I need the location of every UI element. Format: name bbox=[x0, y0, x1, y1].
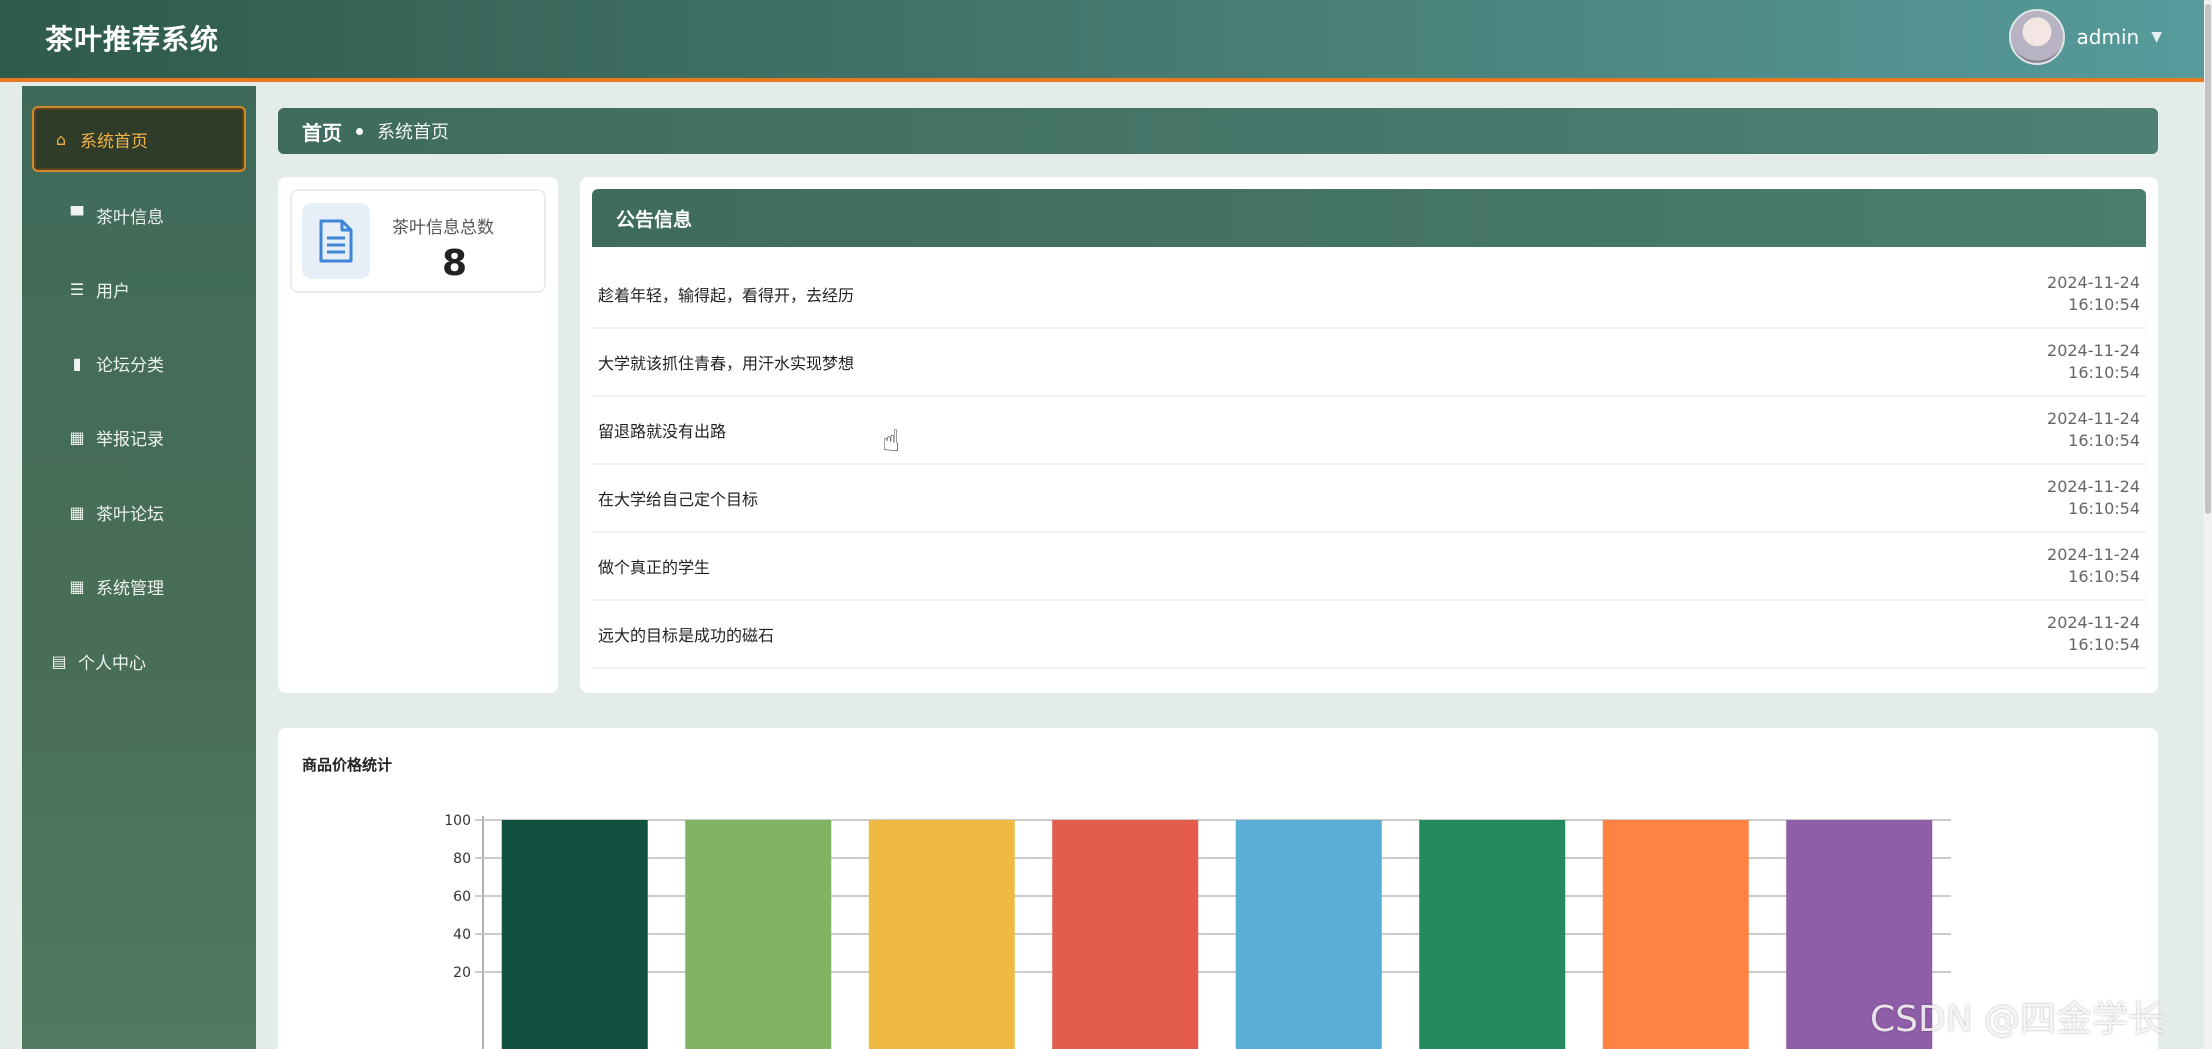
chart-bar[interactable] bbox=[685, 820, 832, 1049]
notice-title[interactable]: 做个真正的学生 bbox=[598, 554, 710, 578]
notice-time: 16:10:54 bbox=[2068, 567, 2140, 586]
stat-value: 8 bbox=[442, 243, 468, 284]
sidebar-item-label: 举报记录 bbox=[96, 429, 164, 450]
notice-time: 16:10:54 bbox=[2068, 635, 2140, 654]
notice-date: 2024-11-24 bbox=[2047, 477, 2140, 496]
breadcrumb-home[interactable]: 首页 bbox=[302, 117, 342, 146]
notice-item[interactable]: 做个真正的学生 2024-11-24 16:10:54 bbox=[592, 533, 2146, 601]
scrollbar-thumb[interactable] bbox=[2205, 4, 2211, 514]
notice-title[interactable]: 趁着年轻，输得起，看得开，去经历 bbox=[598, 282, 854, 306]
notice-timestamp: 2024-11-24 16:10:54 bbox=[2047, 612, 2140, 656]
top-bar: 茶叶推荐系统 admin ▼ bbox=[0, 0, 2212, 82]
sliders-icon: ☰ bbox=[69, 279, 85, 299]
notice-item[interactable]: 大学就该抓住青春，用汗水实现梦想 2024-11-24 16:10:54 bbox=[592, 329, 2146, 397]
username[interactable]: admin bbox=[2077, 25, 2140, 49]
notice-date: 2024-11-24 bbox=[2047, 613, 2140, 632]
sidebar-item-reports[interactable]: ▦ 举报记录 bbox=[32, 404, 246, 470]
chart-bar[interactable] bbox=[1235, 820, 1382, 1049]
breadcrumb-separator bbox=[356, 127, 363, 135]
y-tick-label: 100 bbox=[444, 813, 471, 829]
notice-item[interactable]: 在大学给自己定个目标 2024-11-24 16:10:54 bbox=[592, 465, 2146, 533]
sidebar-item-forum-category[interactable]: ▮ 论坛分类 bbox=[32, 330, 246, 396]
breadcrumb: 首页 系统首页 bbox=[278, 108, 2158, 154]
notice-list: 趁着年轻，输得起，看得开，去经历 2024-11-24 16:10:54 大学就… bbox=[592, 261, 2146, 669]
notice-title[interactable]: 在大学给自己定个目标 bbox=[598, 486, 758, 510]
notice-time: 16:10:54 bbox=[2068, 499, 2140, 518]
sidebar-item-label: 系统管理 bbox=[96, 578, 164, 599]
notice-timestamp: 2024-11-24 16:10:54 bbox=[2047, 408, 2140, 452]
sidebar: ⌂ 系统首页 ▀ 茶叶信息 ☰ 用户 ▮ 论坛分类 ▦ 举报记录 ▦ 茶叶论坛 … bbox=[22, 86, 256, 1049]
notice-panel: 公告信息 趁着年轻，输得起，看得开，去经历 2024-11-24 16:10:5… bbox=[580, 177, 2158, 693]
chart-bar[interactable] bbox=[1052, 820, 1199, 1049]
y-tick-label: 20 bbox=[453, 965, 471, 981]
grid-icon: ▦ bbox=[69, 502, 85, 522]
grid-icon: ▦ bbox=[69, 576, 85, 596]
book-icon: ▮ bbox=[72, 353, 82, 373]
notice-timestamp: 2024-11-24 16:10:54 bbox=[2047, 272, 2140, 316]
notice-time: 16:10:54 bbox=[2068, 295, 2140, 314]
stat-label: 茶叶信息总数 bbox=[392, 218, 494, 238]
app-title: 茶叶推荐系统 bbox=[45, 23, 220, 56]
notice-item[interactable]: 趁着年轻，输得起，看得开，去经历 2024-11-24 16:10:54 bbox=[592, 261, 2146, 329]
sidebar-item-label: 论坛分类 bbox=[96, 355, 164, 376]
sidebar-item-label: 用户 bbox=[96, 281, 130, 302]
notice-item[interactable]: 留退路就没有出路 2024-11-24 16:10:54 bbox=[592, 397, 2146, 465]
notice-title[interactable]: 大学就该抓住青春，用汗水实现梦想 bbox=[598, 350, 854, 374]
notice-date: 2024-11-24 bbox=[2047, 409, 2140, 428]
chart-bar[interactable] bbox=[868, 820, 1015, 1049]
chart-bar[interactable] bbox=[501, 820, 648, 1049]
sidebar-item-label: 茶叶信息 bbox=[96, 207, 164, 228]
monitor-icon: ▀ bbox=[70, 205, 84, 225]
page-scrollbar[interactable] bbox=[2204, 0, 2212, 1049]
sidebar-item-home[interactable]: ⌂ 系统首页 bbox=[32, 106, 246, 172]
notice-item[interactable]: 远大的目标是成功的磁石 2024-11-24 16:10:54 bbox=[592, 601, 2146, 669]
notice-header: 公告信息 bbox=[592, 189, 2146, 247]
notice-time: 16:10:54 bbox=[2068, 431, 2140, 450]
y-tick-label: 60 bbox=[453, 889, 471, 905]
sidebar-item-label: 个人中心 bbox=[78, 653, 146, 674]
notice-date: 2024-11-24 bbox=[2047, 273, 2140, 292]
sidebar-item-personal-center[interactable]: ▤ 个人中心 bbox=[32, 628, 246, 694]
notice-timestamp: 2024-11-24 16:10:54 bbox=[2047, 544, 2140, 588]
notice-date: 2024-11-24 bbox=[2047, 545, 2140, 564]
notice-title[interactable]: 远大的目标是成功的磁石 bbox=[598, 622, 774, 646]
sidebar-item-users[interactable]: ☰ 用户 bbox=[32, 256, 246, 322]
notice-date: 2024-11-24 bbox=[2047, 341, 2140, 360]
hand-cursor-icon: ☝ bbox=[882, 424, 901, 459]
notice-timestamp: 2024-11-24 16:10:54 bbox=[2047, 476, 2140, 520]
avatar[interactable] bbox=[2008, 9, 2065, 65]
chart-bar[interactable] bbox=[1602, 820, 1749, 1049]
sidebar-item-system-management[interactable]: ▦ 系统管理 bbox=[32, 553, 246, 619]
y-tick-label: 40 bbox=[453, 927, 471, 943]
chevron-down-icon[interactable]: ▼ bbox=[2151, 29, 2162, 45]
home-icon: ⌂ bbox=[55, 129, 67, 149]
sidebar-item-label: 系统首页 bbox=[80, 131, 148, 152]
y-tick-label: 80 bbox=[453, 851, 471, 867]
sidebar-item-label: 茶叶论坛 bbox=[96, 504, 164, 525]
sidebar-item-tea-info[interactable]: ▀ 茶叶信息 bbox=[32, 182, 246, 248]
stat-card-tea-total: 茶叶信息总数 8 bbox=[290, 189, 546, 293]
notice-title[interactable]: 留退路就没有出路 bbox=[598, 418, 726, 442]
notice-time: 16:10:54 bbox=[2068, 363, 2140, 382]
notice-timestamp: 2024-11-24 16:10:54 bbox=[2047, 340, 2140, 384]
chart-bar[interactable] bbox=[1419, 820, 1566, 1049]
stats-panel: 茶叶信息总数 8 bbox=[278, 177, 558, 693]
sidebar-item-tea-forum[interactable]: ▦ 茶叶论坛 bbox=[32, 479, 246, 545]
document-icon bbox=[302, 203, 370, 279]
calendar-icon: ▤ bbox=[51, 651, 67, 671]
grid-icon: ▦ bbox=[69, 427, 85, 447]
breadcrumb-current: 系统首页 bbox=[377, 122, 449, 143]
user-menu[interactable]: admin ▼ bbox=[2008, 8, 2162, 66]
watermark: CSDN @四金学长 bbox=[1870, 999, 2165, 1040]
